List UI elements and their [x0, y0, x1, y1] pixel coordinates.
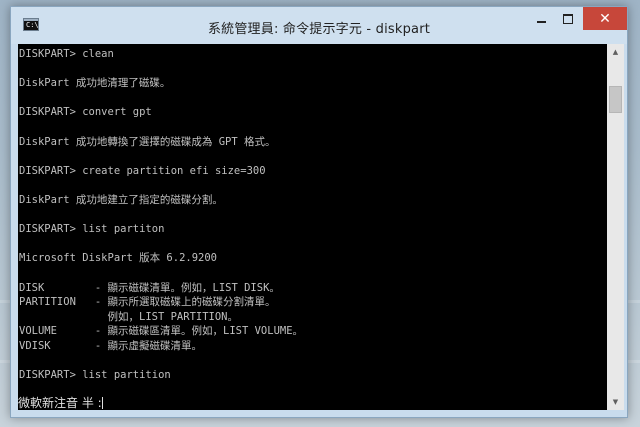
console-line: DiskPart 成功地建立了指定的磁碟分割。 [19, 194, 223, 206]
console-line: DISKPART> list partiton [19, 223, 165, 236]
close-icon: ✕ [599, 10, 611, 27]
ime-status-bar: 微軟新注音 半 : [18, 397, 607, 410]
scroll-up-icon[interactable]: ▲ [607, 44, 624, 60]
close-button[interactable]: ✕ [583, 7, 627, 30]
vertical-scrollbar[interactable]: ▲ ▼ [607, 44, 624, 410]
console-line: 例如，LIST PARTITION。 [19, 310, 239, 323]
console-line: VOLUME - 顯示磁碟區清單。例如，LIST VOLUME。 [19, 325, 304, 338]
console-line: DISKPART> convert gpt [19, 106, 152, 119]
command-prompt-window: C:\ 系統管理員: 命令提示字元 - diskpart ✕ DISKPART>… [10, 6, 628, 418]
maximize-icon [563, 13, 573, 24]
console-line: PARTITION - 顯示所選取磁碟上的磁碟分割清單。 [19, 296, 276, 309]
ime-status-text: 微軟新注音 半 : [18, 396, 102, 410]
scroll-down-icon[interactable]: ▼ [607, 394, 624, 410]
maximize-button[interactable] [555, 7, 581, 30]
console-line: DiskPart 成功地清理了磁碟。 [19, 77, 171, 90]
minimize-icon [537, 21, 546, 23]
console-line: DISK - 顯示磁碟清單。例如，LIST DISK。 [19, 281, 280, 294]
console-output[interactable]: DISKPART> list partition VDISK - 顯示虛擬磁碟清單… [18, 44, 607, 410]
console-line: DISKPART> clean [19, 48, 114, 60]
console-line: Microsoft DiskPart 版本 6.2.9200 [19, 252, 218, 265]
console-line: VDISK - 顯示虛擬磁碟清單。 [19, 340, 203, 352]
scrollbar-thumb[interactable] [609, 86, 622, 113]
text-cursor [101, 397, 103, 409]
console-line: DiskPart 成功地轉換了選擇的磁碟成為 GPT 格式。 [19, 135, 276, 148]
console-line: DISKPART> list partition [19, 369, 171, 382]
console-line: DISKPART> create partition efi size=300 [19, 164, 266, 177]
minimize-button[interactable] [528, 7, 555, 30]
title-bar[interactable]: C:\ 系統管理員: 命令提示字元 - diskpart ✕ [11, 7, 627, 44]
